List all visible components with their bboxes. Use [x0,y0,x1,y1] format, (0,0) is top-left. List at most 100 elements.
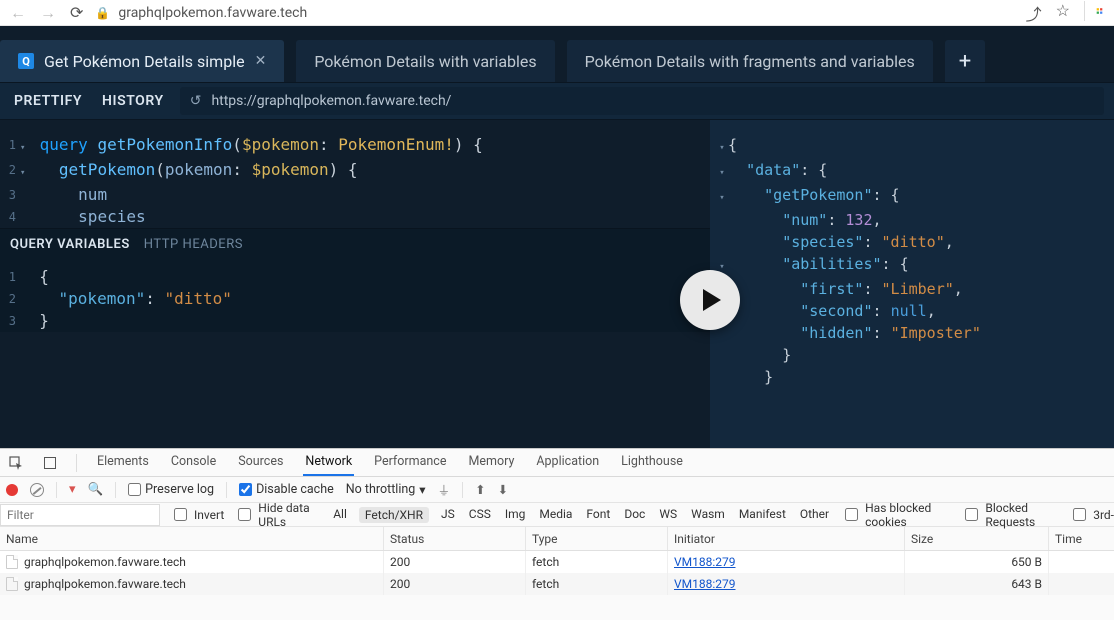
col-status[interactable]: Status [384,527,526,550]
filter-type-manifest[interactable]: Manifest [737,507,788,523]
close-icon[interactable]: ✕ [255,53,267,69]
request-name: graphqlpokemon.favware.tech [24,555,186,569]
filter-type-css[interactable]: CSS [467,507,493,523]
network-request-row[interactable]: graphqlpokemon.favware.tech 200fetch VM188… [0,573,1114,595]
blocked-requests-checkbox[interactable]: Blocked Requests [961,501,1059,529]
reload-icon[interactable]: ⟳ [70,3,83,23]
clear-icon[interactable] [30,483,44,497]
network-columns: Name Status Type Initiator Size Time [0,527,1114,551]
network-conditions-icon[interactable]: ⏚ [438,480,451,499]
disable-cache-checkbox[interactable]: Disable cache [239,482,334,497]
devtools-tab-performance[interactable]: Performance [372,449,448,476]
fold-icon[interactable]: ▾ [716,187,728,209]
back-icon[interactable]: ← [10,3,26,23]
tab-query-2[interactable]: Pokémon Details with fragments and varia… [567,40,933,82]
export-har-icon[interactable]: ⬇ [498,482,508,498]
filter-type-fetchxhr[interactable]: Fetch/XHR [359,507,429,523]
col-size[interactable]: Size [905,527,1049,550]
tab-query-1[interactable]: Pokémon Details with variables [296,40,554,82]
filter-type-media[interactable]: Media [537,507,574,523]
filter-type-other[interactable]: Other [798,507,831,523]
import-har-icon[interactable]: ⬆ [475,482,485,498]
blocked-cookies-checkbox[interactable]: Has blocked cookies [841,501,951,529]
col-type[interactable]: Type [526,527,668,550]
col-time[interactable]: Time [1049,527,1114,550]
request-size: 650 B [905,551,1049,573]
filter-type-doc[interactable]: Doc [622,507,647,523]
browser-chrome: ← → ⟳ 🔒 graphqlpokemon.favware.tech ⤴ ☆ [0,0,1114,26]
endpoint-url-text: https://graphqlpokemon.favware.tech/ [211,93,451,109]
request-initiator[interactable]: VM188:279 [674,577,736,591]
invert-checkbox[interactable]: Invert [170,505,224,524]
record-button[interactable] [6,484,18,496]
devtools-tab-application[interactable]: Application [534,449,601,476]
devtools-tab-lighthouse[interactable]: Lighthouse [619,449,685,476]
add-tab-button[interactable]: + [945,40,985,82]
filter-type-img[interactable]: Img [503,507,528,523]
toolbar: PRETTIFY HISTORY ↺ https://graphqlpokemo… [0,82,1114,120]
line-number: 3 [0,310,20,332]
tab-label: Pokémon Details with fragments and varia… [585,52,915,71]
devtools-tab-console[interactable]: Console [169,449,218,476]
query-editor[interactable]: 1▾ query getPokemonInfo($pokemon: Pokemo… [0,120,710,448]
filter-type-font[interactable]: Font [584,507,612,523]
request-size: 643 B [905,573,1049,595]
request-name: graphqlpokemon.favware.tech [24,577,186,591]
filter-type-wasm[interactable]: Wasm [689,507,727,523]
result-pane: ▾{▾ "data": {▾ "getPokemon": { "num": 13… [710,120,1114,448]
tab-query-variables[interactable]: QUERY VARIABLES [10,237,130,252]
request-status: 200 [384,573,526,595]
line-number: 3 [0,184,20,206]
share-icon[interactable]: ⤴ [1026,1,1042,25]
filter-type-ws[interactable]: WS [657,507,679,523]
inspect-icon[interactable] [8,455,24,471]
devtools-tab-network[interactable]: Network [303,449,354,476]
col-initiator[interactable]: Initiator [668,527,905,550]
network-rows: graphqlpokemon.favware.tech 200fetch VM188… [0,551,1114,595]
request-time [1049,573,1114,595]
request-type: fetch [526,573,668,595]
file-icon [6,577,18,591]
variables-panel: QUERY VARIABLES HTTP HEADERS 1 { 2 "poke… [0,228,710,332]
lock-icon: 🔒 [95,6,110,20]
devtools: Elements Console Sources Network Performance… [0,448,1114,620]
address-bar[interactable]: graphqlpokemon.favware.tech [118,5,307,21]
fold-icon[interactable]: ▾ [20,137,30,159]
device-toggle-icon[interactable] [42,455,58,471]
hide-data-urls-checkbox[interactable]: Hide data URLs [234,501,321,529]
fold-icon[interactable]: ▾ [716,137,728,159]
request-time [1049,551,1114,573]
graphiql-app: Q Get Pokémon Details simple ✕ Pokémon D… [0,26,1114,448]
filter-type-js[interactable]: JS [439,507,457,523]
endpoint-url[interactable]: ↺ https://graphqlpokemon.favware.tech/ [180,87,1104,115]
line-number: 1 [0,266,20,288]
tab-query-0[interactable]: Q Get Pokémon Details simple ✕ [0,40,284,82]
devtools-tab-memory[interactable]: Memory [466,449,516,476]
request-type: fetch [526,551,668,573]
col-name[interactable]: Name [0,527,384,550]
execute-query-button[interactable] [680,270,740,330]
history-button[interactable]: HISTORY [98,87,168,115]
search-icon[interactable]: 🔍 [88,482,104,497]
request-initiator[interactable]: VM188:279 [674,555,736,569]
fold-icon[interactable]: ▾ [20,162,30,184]
tab-http-headers[interactable]: HTTP HEADERS [144,237,243,252]
preserve-log-checkbox[interactable]: Preserve log [128,482,214,497]
line-number: 2 [0,159,20,181]
line-number: 1 [0,134,20,156]
prettify-button[interactable]: PRETTIFY [10,87,86,115]
fold-icon[interactable]: ▾ [716,162,728,184]
reload-endpoint-icon[interactable]: ↺ [190,93,202,109]
forward-icon: → [40,3,56,23]
throttling-select[interactable]: No throttling ▾ [346,482,426,498]
variables-editor[interactable]: 1 { 2 "pokemon": "ditto" 3 } [0,260,710,332]
network-request-row[interactable]: graphqlpokemon.favware.tech200fetchVM188… [0,551,1114,573]
bookmark-icon[interactable]: ☆ [1056,1,1070,25]
filter-icon[interactable]: ▾ [69,482,76,497]
devtools-tab-elements[interactable]: Elements [95,449,151,476]
third-party-checkbox[interactable]: 3rd- [1069,505,1114,524]
devtools-tab-sources[interactable]: Sources [236,449,285,476]
extension-icon[interactable] [1084,1,1104,21]
filter-input[interactable] [0,504,160,526]
filter-type-all[interactable]: All [331,507,349,523]
